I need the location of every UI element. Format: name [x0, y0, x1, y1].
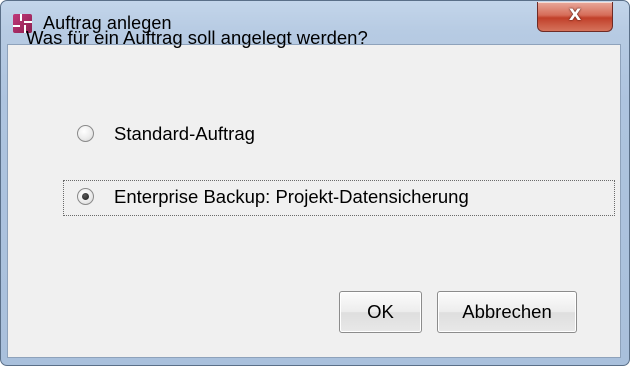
cancel-button[interactable]: Abbrechen	[437, 291, 577, 333]
radio-button-unselected[interactable]	[77, 125, 94, 142]
radio-selected-dot	[82, 193, 89, 200]
radio-option-enterprise-backup[interactable]: Enterprise Backup: Projekt-Datensicherun…	[63, 180, 615, 216]
dialog-question: Was für ein Auftrag soll angelegt werden…	[26, 27, 368, 48]
close-icon: X	[568, 5, 582, 24]
radio-button-selected[interactable]	[77, 188, 94, 205]
close-button[interactable]: X	[537, 2, 613, 32]
radio-option-label[interactable]: Standard-Auftrag	[114, 123, 255, 145]
ok-button[interactable]: OK	[339, 291, 422, 333]
radio-option-label[interactable]: Enterprise Backup: Projekt-Datensicherun…	[114, 186, 469, 208]
